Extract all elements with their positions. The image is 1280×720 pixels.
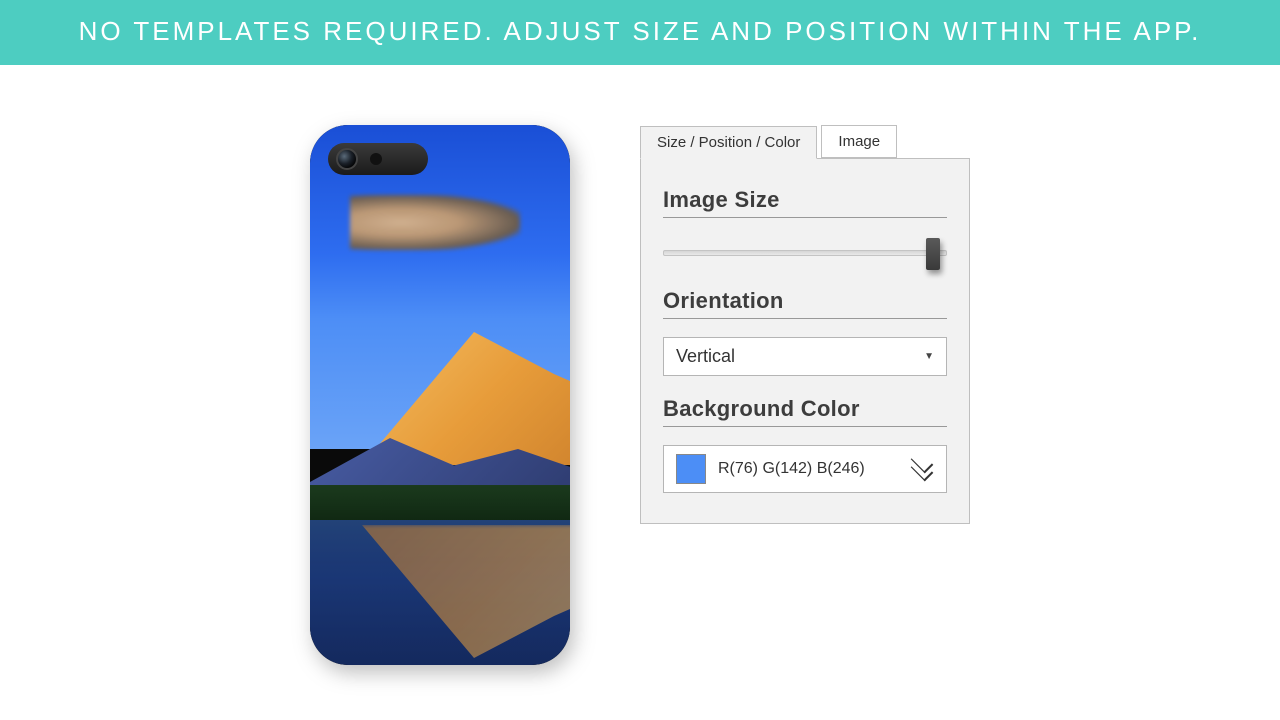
image-size-slider[interactable] <box>663 238 947 268</box>
settings-panel-area: Size / Position / Color Image Image Size… <box>640 125 970 524</box>
orientation-select[interactable]: Vertical ▼ <box>663 337 947 376</box>
case-artwork[interactable] <box>310 125 570 665</box>
chevron-down-icon: ▼ <box>924 351 934 362</box>
double-chevron-down-icon <box>908 458 934 480</box>
artwork-cloud <box>350 195 520 250</box>
settings-panel: Image Size Orientation Vertical ▼ Backgr… <box>640 158 970 524</box>
color-value-text: R(76) G(142) B(246) <box>718 460 896 478</box>
product-preview <box>310 125 580 685</box>
phone-camera-cutout <box>328 143 428 175</box>
tab-size-position-color[interactable]: Size / Position / Color <box>640 126 817 159</box>
main-area: Size / Position / Color Image Image Size… <box>0 65 1280 685</box>
tab-label: Size / Position / Color <box>657 134 800 151</box>
tab-label: Image <box>838 133 880 150</box>
orientation-heading: Orientation <box>663 288 947 319</box>
promo-banner-text: NO TEMPLATES REQUIRED. ADJUST SIZE AND P… <box>79 16 1202 46</box>
orientation-value: Vertical <box>676 346 735 367</box>
artwork-treeline <box>310 485 570 525</box>
tab-image[interactable]: Image <box>821 125 897 158</box>
phone-case <box>310 125 570 665</box>
promo-banner: NO TEMPLATES REQUIRED. ADJUST SIZE AND P… <box>0 0 1280 65</box>
slider-handle[interactable] <box>926 238 940 270</box>
tab-bar: Size / Position / Color Image <box>640 125 970 158</box>
background-color-picker[interactable]: R(76) G(142) B(246) <box>663 445 947 493</box>
image-size-heading: Image Size <box>663 187 947 218</box>
background-color-heading: Background Color <box>663 396 947 427</box>
slider-track <box>663 250 947 256</box>
color-swatch <box>676 454 706 484</box>
camera-lens-icon <box>336 148 358 170</box>
camera-flash-icon <box>370 153 382 165</box>
